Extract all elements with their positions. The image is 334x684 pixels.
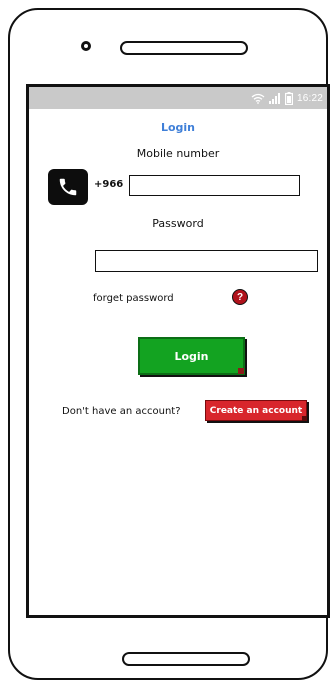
speaker-grille <box>120 41 248 55</box>
mobile-number-input[interactable] <box>129 175 300 196</box>
create-account-button[interactable]: Create an account <box>205 400 307 421</box>
phone-icon <box>48 169 88 205</box>
page-title: Login <box>160 121 196 134</box>
login-button[interactable]: Login <box>138 337 245 375</box>
password-label: Password <box>152 217 204 230</box>
camera-icon <box>81 41 91 51</box>
status-bar: 16:22 <box>29 87 327 109</box>
forget-password-link[interactable]: forget password <box>93 293 174 304</box>
help-icon[interactable]: ? <box>232 289 248 305</box>
phone-screen: 16:22 Login Mobile number +966 Password … <box>26 84 330 618</box>
mobile-number-label: Mobile number <box>136 147 220 160</box>
status-time: 16:22 <box>296 92 323 104</box>
button-corner-marker <box>302 416 307 421</box>
signal-icon <box>268 92 281 104</box>
button-corner-marker <box>238 368 244 374</box>
battery-icon <box>284 91 293 105</box>
login-button-label: Login <box>174 349 209 363</box>
create-account-label: Create an account <box>209 405 303 416</box>
home-button[interactable] <box>122 652 250 666</box>
wifi-icon <box>251 93 265 104</box>
password-input[interactable] <box>95 250 318 272</box>
country-code: +966 <box>94 179 124 190</box>
status-icons: 16:22 <box>251 90 323 106</box>
no-account-text: Don't have an account? <box>62 406 181 417</box>
